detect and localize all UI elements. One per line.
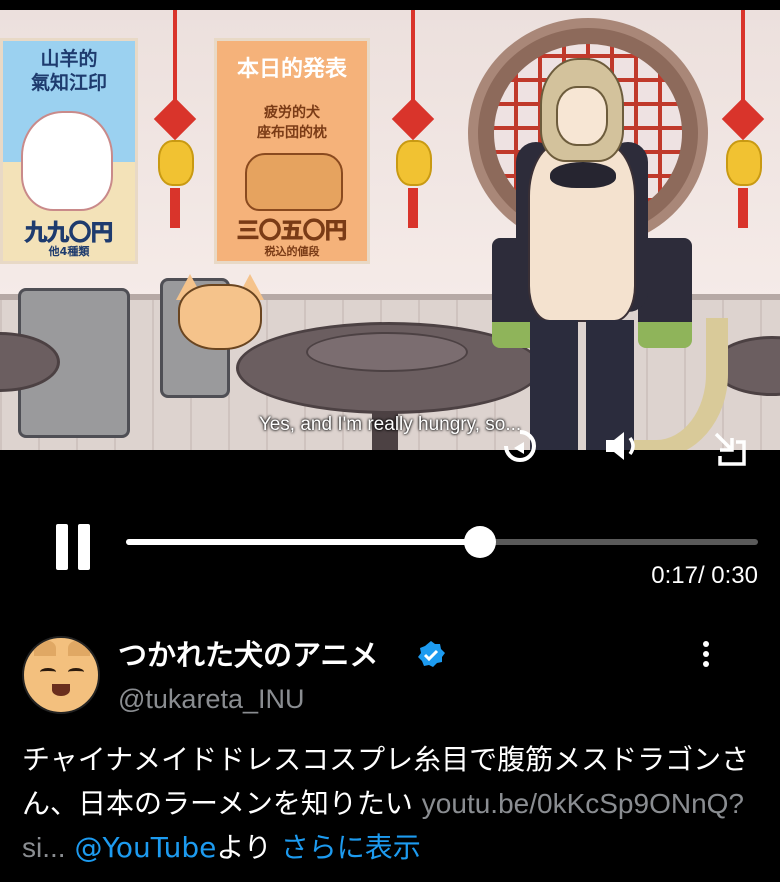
- exit-fullscreen-icon: [714, 432, 746, 466]
- dog-poster-price: 三〇五〇円: [236, 219, 347, 245]
- time-display: 0:17/ 0:30: [651, 562, 758, 589]
- lantern-ornament: [153, 10, 197, 228]
- show-more-link[interactable]: さらに表示: [281, 831, 421, 864]
- lantern-ornament: [391, 10, 435, 228]
- lantern-ornament: [721, 10, 765, 228]
- dog-poster-subtitle: 疲労的犬 座布団的枕: [257, 105, 327, 141]
- pause-button[interactable]: [52, 524, 96, 572]
- dragon-character: [488, 58, 728, 450]
- mention-link[interactable]: @YouTube: [74, 831, 216, 864]
- exit-fullscreen-button[interactable]: [706, 424, 750, 468]
- video-frame[interactable]: 山羊的 氣知江印 九九〇円 他4種類 本日的発表 疲労的犬 座布団的枕 三〇五〇…: [0, 10, 780, 450]
- seek-bar[interactable]: [126, 526, 758, 558]
- pause-icon: [56, 524, 68, 570]
- more-icon: [703, 641, 709, 647]
- volume-button[interactable]: [600, 424, 644, 468]
- replay-button[interactable]: [498, 424, 542, 468]
- goat-poster-title: 山羊的 氣知江印: [30, 48, 107, 94]
- seek-bar-thumb[interactable]: [463, 526, 496, 558]
- volume-icon: [606, 432, 635, 460]
- lazy-susan: [306, 332, 468, 372]
- goat-figure: [21, 111, 113, 211]
- verified-badge-icon: [418, 641, 445, 667]
- dog-poster: 本日的発表 疲労的犬 座布団的枕 三〇五〇円 税込的値段: [214, 38, 370, 264]
- dog-cushion: [245, 153, 343, 211]
- dog-poster-sub: 税込的値段: [264, 245, 320, 258]
- via-text: より: [216, 831, 272, 864]
- goat-poster-sub: 他4種類: [48, 245, 90, 258]
- dog-poster-title: 本日的発表: [236, 57, 347, 82]
- tweet-text: チャイナメイドドレスコスプレ糸目で腹筋メスドラゴンさん、日本のラーメンを知りたい…: [22, 738, 766, 870]
- avatar[interactable]: [22, 636, 100, 714]
- replay-icon: [504, 430, 536, 462]
- goat-poster: 山羊的 氣知江印 九九〇円 他4種類: [0, 38, 138, 264]
- display-name[interactable]: つかれた犬のアニメ: [118, 632, 378, 674]
- video-subtitle: Yes, and I'm really hungry, so...: [258, 414, 522, 435]
- user-handle[interactable]: @tukareta_INU: [118, 684, 304, 715]
- seek-bar-progress: [126, 539, 480, 545]
- more-options-button[interactable]: [694, 638, 718, 672]
